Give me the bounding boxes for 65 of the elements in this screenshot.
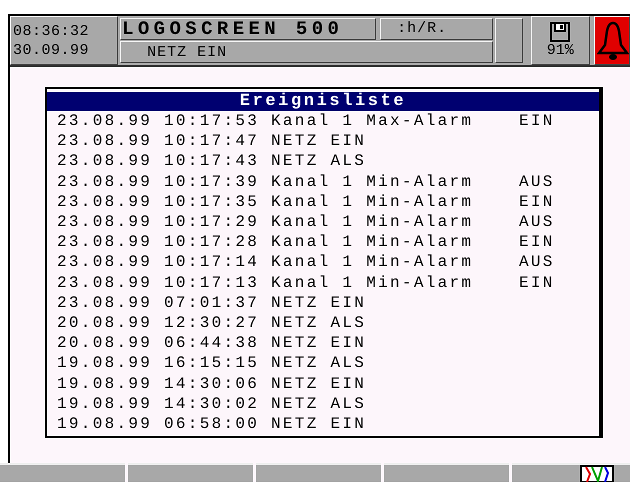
event-time: 06:58:00: [164, 414, 260, 434]
event-date: 23.08.99: [57, 192, 154, 212]
event-text: Kanal 1 Max-Alarm: [271, 111, 474, 132]
event-time: 14:30:02: [164, 394, 260, 414]
event-date: 19.08.99: [57, 353, 154, 374]
event-status: AUS: [519, 212, 555, 232]
event-status: EIN: [519, 272, 555, 293]
event-text: NETZ ALS: [271, 313, 368, 334]
event-status: AUS: [519, 252, 555, 273]
event-time: 10:17:53: [164, 111, 260, 132]
event-date: 20.08.99: [57, 333, 154, 354]
event-time: 10:17:43: [164, 151, 260, 172]
event-time: 16:15:15: [164, 353, 260, 374]
event-text: NETZ EIN: [271, 333, 368, 354]
softkey-button[interactable]: [512, 463, 630, 482]
event-time: 10:17:13: [164, 272, 260, 293]
event-time: 06:44:38: [164, 333, 260, 354]
event-text: Kanal 1 Min-Alarm: [271, 272, 474, 293]
event-text: NETZ ALS: [271, 394, 368, 414]
event-text: Kanal 1 Min-Alarm: [271, 212, 474, 232]
event-text: Kanal 1 Min-Alarm: [271, 192, 474, 212]
event-time: 10:17:29: [164, 212, 260, 232]
event-date: 19.08.99: [57, 374, 154, 394]
memory-usage: 91%: [546, 42, 574, 59]
event-text: NETZ EIN: [271, 414, 368, 434]
event-text: Kanal 1 Min-Alarm: [271, 172, 474, 192]
event-text: Kanal 1 Min-Alarm: [271, 232, 474, 252]
event-text: NETZ EIN: [271, 131, 368, 152]
event-date: 20.08.99: [57, 313, 154, 334]
event-text: NETZ EIN: [271, 292, 368, 314]
event-status: EIN: [519, 111, 555, 132]
event-time: 10:17:28: [164, 232, 260, 252]
trend-chart-icon: [580, 465, 614, 482]
event-time: 10:17:39: [164, 172, 260, 192]
event-date: 23.08.99: [57, 252, 154, 273]
event-date: 23.08.99: [57, 232, 154, 252]
event-list-title: Ereignisliste: [47, 89, 599, 111]
event-text: Kanal 1 Min-Alarm: [271, 252, 474, 273]
event-date: 23.08.99: [57, 151, 154, 172]
device-title: LOGOSCREEN 500: [120, 18, 376, 40]
event-date: 23.08.99: [57, 292, 154, 314]
event-status: AUS: [519, 172, 555, 192]
event-time: 10:17:35: [164, 192, 260, 212]
status-message: NETZ EIN: [120, 41, 493, 63]
event-date: 23.08.99: [57, 272, 154, 293]
blank-panel: [494, 18, 523, 63]
event-text: NETZ ALS: [271, 151, 368, 172]
event-text: NETZ EIN: [271, 374, 368, 394]
clock-time: 08:36:32: [13, 22, 90, 40]
event-text: NETZ ALS: [271, 353, 368, 374]
event-time: 12:30:27: [164, 313, 260, 334]
event-status: EIN: [519, 192, 555, 212]
event-date: 23.08.99: [57, 131, 154, 152]
event-date: 19.08.99: [57, 394, 154, 414]
event-date: 23.08.99: [57, 172, 154, 192]
event-time: 14:30:06: [164, 374, 260, 394]
event-status: EIN: [519, 232, 555, 252]
event-date: 19.08.99: [57, 414, 154, 434]
event-time: 07:01:37: [164, 292, 260, 314]
event-date: 23.08.99: [57, 212, 154, 232]
event-time: 10:17:14: [164, 252, 260, 273]
event-date: 23.08.99: [57, 111, 154, 132]
event-time: 10:17:47: [164, 131, 260, 152]
mode-indicator: :h/R.: [380, 18, 493, 40]
clock-date: 30.09.99: [13, 40, 90, 60]
